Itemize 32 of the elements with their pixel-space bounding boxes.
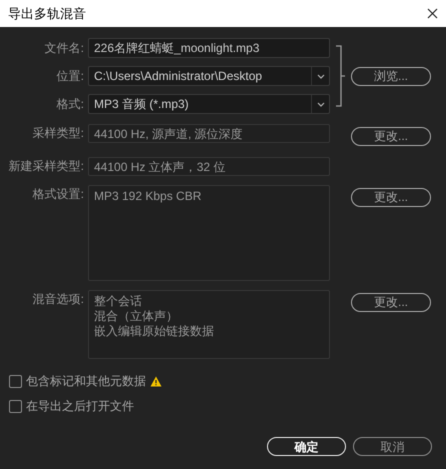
readonly-field: 44100 Hz 立体声，32 位 <box>88 157 330 176</box>
field-label: 采样类型: <box>32 125 84 142</box>
settings-text: 嵌入编辑原始链接数据 <box>94 324 215 339</box>
settings-text: 混合（立体声） <box>94 309 179 324</box>
filename-field[interactable]: 226名牌红蜻蜓_moonlight.mp3 <box>88 38 330 58</box>
cancel-button[interactable]: 取消 <box>353 437 432 456</box>
settings-text: MP3 192 Kbps CBR <box>94 189 202 204</box>
dropdown[interactable]: C:\Users\Administrator\Desktop <box>88 66 330 86</box>
checkbox-label[interactable]: 在导出之后打开文件 <box>26 397 134 415</box>
field-label: 位置: <box>56 68 84 85</box>
readonly-field: 44100 Hz, 源声道, 源位深度 <box>88 124 330 143</box>
change-button[interactable]: 更改... <box>351 292 431 312</box>
field-label: 新建采样类型: <box>8 158 84 175</box>
field-label: 格式设置: <box>32 186 84 203</box>
warning-icon <box>150 376 162 386</box>
checkbox[interactable] <box>9 400 22 412</box>
settings-text: 整个会话 <box>94 294 143 309</box>
window-title: 导出多轨混音 <box>8 4 86 23</box>
field-label: 格式: <box>56 96 84 113</box>
chevron-down-icon <box>316 74 324 78</box>
bracket-drawing <box>336 45 345 107</box>
close-icon[interactable] <box>427 8 438 19</box>
dropdown[interactable]: MP3 音频 (*.mp3) <box>88 94 330 114</box>
field-label: 文件名: <box>44 40 84 57</box>
checkbox[interactable] <box>9 374 22 388</box>
browse-button[interactable]: 浏览... <box>351 66 431 86</box>
checkbox-label[interactable]: 包含标记和其他元数据 <box>26 372 146 390</box>
change-button[interactable]: 更改... <box>351 126 431 146</box>
chevron-down-icon <box>316 102 324 106</box>
ok-button[interactable]: 确定 <box>267 437 346 456</box>
change-button[interactable]: 更改... <box>351 188 431 206</box>
field-label: 混音选项: <box>32 291 84 308</box>
